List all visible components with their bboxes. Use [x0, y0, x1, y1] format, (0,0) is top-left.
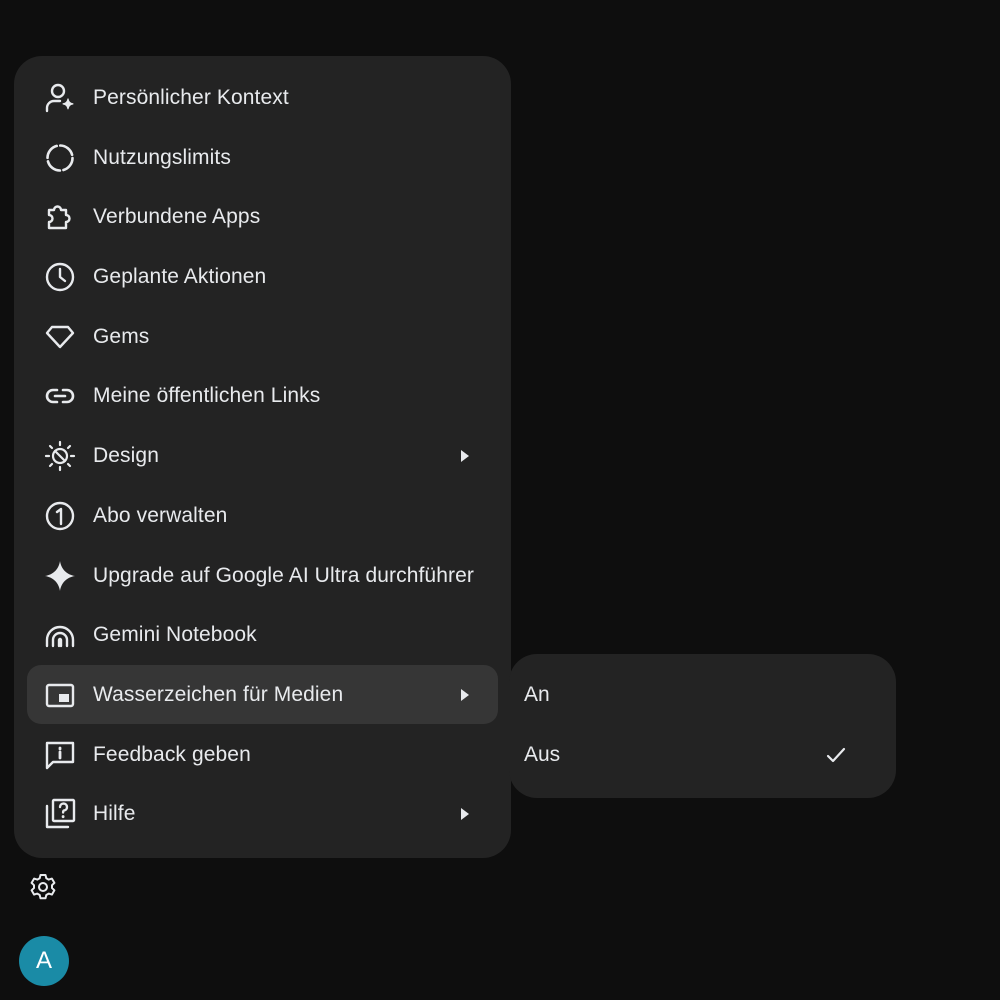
- chevron-right-icon: [459, 448, 471, 464]
- subscription-icon: [44, 500, 76, 532]
- avatar[interactable]: A: [19, 936, 69, 986]
- menu-item-gems[interactable]: Gems: [27, 307, 498, 366]
- menu-item-scheduled-actions[interactable]: Geplante Aktionen: [27, 247, 498, 306]
- menu-item-connected-apps[interactable]: Verbundene Apps: [27, 187, 498, 246]
- menu-item-label: Nutzungslimits: [93, 145, 231, 169]
- notebook-icon: [44, 619, 76, 651]
- menu-item-label: Gems: [93, 324, 150, 348]
- chevron-right-icon: [459, 687, 471, 703]
- watermark-option-on[interactable]: An: [509, 665, 896, 725]
- menu-item-label: Feedback geben: [93, 742, 251, 766]
- menu-item-label: Gemini Notebook: [93, 622, 257, 646]
- menu-item-media-watermark[interactable]: Wasserzeichen für Medien: [27, 665, 498, 724]
- help-icon: [44, 798, 76, 830]
- settings-menu: Persönlicher Kontext Nutzungslimits Verb…: [14, 56, 511, 858]
- menu-item-public-links[interactable]: Meine öffentlichen Links: [27, 366, 498, 425]
- menu-item-label: Verbundene Apps: [93, 204, 261, 228]
- picture-in-picture-icon: [44, 679, 76, 711]
- dashed-circle-icon: [44, 142, 76, 174]
- menu-item-help[interactable]: Hilfe: [27, 784, 498, 843]
- option-label: An: [524, 683, 550, 706]
- gear-icon: [30, 874, 56, 900]
- checkmark-icon: [824, 743, 848, 767]
- link-icon: [44, 380, 76, 412]
- menu-item-design[interactable]: Design: [27, 426, 498, 485]
- menu-item-label: Abo verwalten: [93, 503, 228, 527]
- clock-icon: [44, 261, 76, 293]
- menu-item-personal-context[interactable]: Persönlicher Kontext: [27, 68, 498, 127]
- sparkle-icon: [44, 560, 76, 592]
- chevron-right-icon: [459, 806, 471, 822]
- menu-item-label: Wasserzeichen für Medien: [93, 682, 344, 706]
- menu-item-label: Persönlicher Kontext: [93, 85, 289, 109]
- menu-item-feedback[interactable]: Feedback geben: [27, 725, 498, 784]
- feedback-icon: [44, 739, 76, 771]
- settings-gear-button[interactable]: [28, 872, 58, 902]
- menu-item-gemini-notebook[interactable]: Gemini Notebook: [27, 605, 498, 664]
- person-sparkle-icon: [44, 82, 76, 114]
- watermark-submenu: An Aus: [509, 654, 896, 798]
- menu-item-label: Meine öffentlichen Links: [93, 383, 321, 407]
- menu-item-manage-subscription[interactable]: Abo verwalten: [27, 486, 498, 545]
- menu-item-usage-limits[interactable]: Nutzungslimits: [27, 128, 498, 187]
- menu-item-label: Upgrade auf Google AI Ultra durchführer: [93, 563, 474, 587]
- gem-icon: [44, 321, 76, 353]
- menu-item-label: Hilfe: [93, 801, 136, 825]
- puzzle-icon: [44, 201, 76, 233]
- option-label: Aus: [524, 743, 561, 766]
- menu-item-label: Geplante Aktionen: [93, 264, 267, 288]
- theme-icon: [44, 440, 76, 472]
- menu-item-upgrade[interactable]: Upgrade auf Google AI Ultra durchführer: [27, 546, 498, 605]
- avatar-initial: A: [35, 947, 52, 974]
- menu-item-label: Design: [93, 443, 159, 467]
- watermark-option-off[interactable]: Aus: [509, 725, 896, 785]
